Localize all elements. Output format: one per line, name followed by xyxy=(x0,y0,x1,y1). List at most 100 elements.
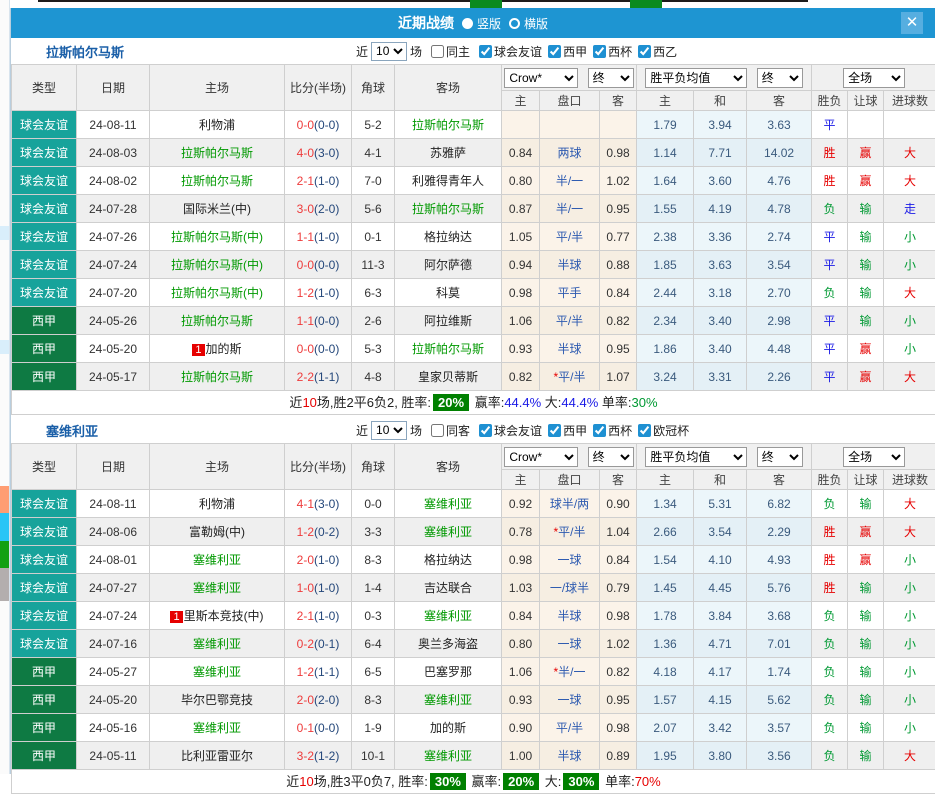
away-team: 塞维利亚 xyxy=(395,518,502,546)
avg-stage-select[interactable]: 终 xyxy=(757,447,803,467)
avg-home-odds: 1.95 xyxy=(637,742,694,770)
avg-away-odds: 2.74 xyxy=(747,223,812,251)
league-checkbox[interactable] xyxy=(548,424,561,437)
bookmaker-select[interactable]: Crow* xyxy=(504,447,578,467)
avg-home-odds: 1.57 xyxy=(637,686,694,714)
home-team: 塞维利亚 xyxy=(150,714,285,742)
handicap-line: 半/一 xyxy=(540,167,600,195)
period-select[interactable]: 全场 xyxy=(843,68,905,88)
recent-games-select[interactable]: 10 xyxy=(371,42,407,61)
crow-home-odds: 1.05 xyxy=(502,223,540,251)
home-team: 拉斯帕尔马斯(中) xyxy=(150,251,285,279)
handicap-result: 赢 xyxy=(848,167,884,195)
match-score: 1-0(1-0) xyxy=(285,574,352,602)
match-row: 球会友谊24-07-16塞维利亚0-2(0-1)6-4奥兰多海盗0.80一球1.… xyxy=(12,630,935,658)
handicap-result: 赢 xyxy=(848,518,884,546)
league-checkbox[interactable] xyxy=(593,45,606,58)
handicap-line: 平/半 xyxy=(540,307,600,335)
crow-select-group: Crow* 终 xyxy=(502,444,637,470)
crow-home-odds: 0.93 xyxy=(502,335,540,363)
home-team: 1加的斯 xyxy=(150,335,285,363)
subcol-home-odds: 主 xyxy=(502,91,540,111)
subcol-result: 胜负 xyxy=(812,470,848,490)
odds-stage-select[interactable]: 终 xyxy=(588,447,634,467)
league-checkbox[interactable] xyxy=(479,45,492,58)
avg-draw-odds: 4.71 xyxy=(694,630,747,658)
league-checkbox[interactable] xyxy=(638,45,651,58)
crow-home-odds: 0.92 xyxy=(502,490,540,518)
away-team: 格拉纳达 xyxy=(395,546,502,574)
match-score: 1-1(0-0) xyxy=(285,307,352,335)
crow-home-odds: 0.87 xyxy=(502,195,540,223)
handicap-line: 半球 xyxy=(540,335,600,363)
avg-away-odds: 6.82 xyxy=(747,490,812,518)
corner-score: 2-6 xyxy=(352,307,395,335)
avg-draw-odds: 7.71 xyxy=(694,139,747,167)
match-date: 24-05-26 xyxy=(77,307,150,335)
avg-away-odds: 2.70 xyxy=(747,279,812,307)
goals-result: 小 xyxy=(884,602,935,630)
result-outcome: 负 xyxy=(812,279,848,307)
result-outcome: 负 xyxy=(812,714,848,742)
same-side-filter: 同主 xyxy=(425,43,470,60)
handicap-line: 两球 xyxy=(540,139,600,167)
away-team: 拉斯帕尔马斯 xyxy=(395,195,502,223)
subcol-avg-draw: 和 xyxy=(694,91,747,111)
away-team: 格拉纳达 xyxy=(395,223,502,251)
avg-stage-select[interactable]: 终 xyxy=(757,68,803,88)
league-checkbox[interactable] xyxy=(638,424,651,437)
odds-stage-select[interactable]: 终 xyxy=(588,68,634,88)
league-checkbox[interactable] xyxy=(548,45,561,58)
summary-segment: 70% xyxy=(635,774,661,789)
match-type-badge: 西甲 xyxy=(12,363,77,391)
crow-away-odds: 0.79 xyxy=(600,574,637,602)
bookmaker-select[interactable]: Crow* xyxy=(504,68,578,88)
crow-home-odds: 0.78 xyxy=(502,518,540,546)
recent-games-select[interactable]: 10 xyxy=(371,421,407,440)
same-side-checkbox[interactable] xyxy=(431,45,444,58)
result-outcome: 负 xyxy=(812,195,848,223)
record-summary: 近10场,胜2平6负2, 胜率:20% 赢率:44.4% 大:44.4% 单率:… xyxy=(11,391,935,415)
modal-title: 近期战绩 xyxy=(398,13,454,33)
vertical-layout-radio[interactable] xyxy=(462,18,473,29)
avg-draw-odds: 3.36 xyxy=(694,223,747,251)
corner-score: 4-1 xyxy=(352,139,395,167)
sevilla-table: 类型 日期 主场 比分(半场) 角球 客场 Crow* 终 胜平负均值 终 全场 xyxy=(11,443,935,770)
section-header-las-palmas: 拉斯帕尔马斯 近 10 场 同主 球会友谊西甲西杯西乙 xyxy=(11,38,935,64)
goals-result: 大 xyxy=(884,279,935,307)
avg-odds-select[interactable]: 胜平负均值 xyxy=(645,68,747,88)
league-label: 西杯 xyxy=(608,422,632,439)
horizontal-layout-radio[interactable] xyxy=(509,18,520,29)
match-score: 2-1(1-0) xyxy=(285,602,352,630)
subcol-avg-home: 主 xyxy=(637,470,694,490)
goals-result: 小 xyxy=(884,714,935,742)
match-score: 4-0(3-0) xyxy=(285,139,352,167)
league-label: 欧冠杯 xyxy=(653,422,689,439)
handicap-line: 半球 xyxy=(540,602,600,630)
handicap-line: 平手 xyxy=(540,279,600,307)
crow-away-odds: 0.89 xyxy=(600,742,637,770)
subcol-handicap: 盘口 xyxy=(540,91,600,111)
avg-home-odds: 1.55 xyxy=(637,195,694,223)
crow-away-odds: 0.95 xyxy=(600,335,637,363)
match-score: 2-2(1-1) xyxy=(285,363,352,391)
match-type-badge: 球会友谊 xyxy=(12,111,77,139)
background-fragment xyxy=(0,226,9,240)
close-button[interactable]: ✕ xyxy=(901,12,923,34)
goals-result: 小 xyxy=(884,658,935,686)
avg-odds-select[interactable]: 胜平负均值 xyxy=(645,447,747,467)
crow-home-odds: 0.82 xyxy=(502,363,540,391)
league-checkbox[interactable] xyxy=(479,424,492,437)
period-select[interactable]: 全场 xyxy=(843,447,905,467)
home-team: 拉斯帕尔马斯(中) xyxy=(150,223,285,251)
avg-draw-odds: 3.80 xyxy=(694,742,747,770)
league-checkbox[interactable] xyxy=(593,424,606,437)
league-label: 球会友谊 xyxy=(494,422,542,439)
same-side-checkbox[interactable] xyxy=(431,424,444,437)
avg-home-odds: 2.66 xyxy=(637,518,694,546)
goals-result: 大 xyxy=(884,139,935,167)
background-page-left-strip xyxy=(0,0,10,774)
corner-score: 1-9 xyxy=(352,714,395,742)
recent-record-modal: 近期战绩 竖版 横版 ✕ 拉斯帕尔马斯 近 10 场 同主 球会友谊西甲西杯西乙 xyxy=(10,8,935,774)
corner-score: 0-0 xyxy=(352,490,395,518)
